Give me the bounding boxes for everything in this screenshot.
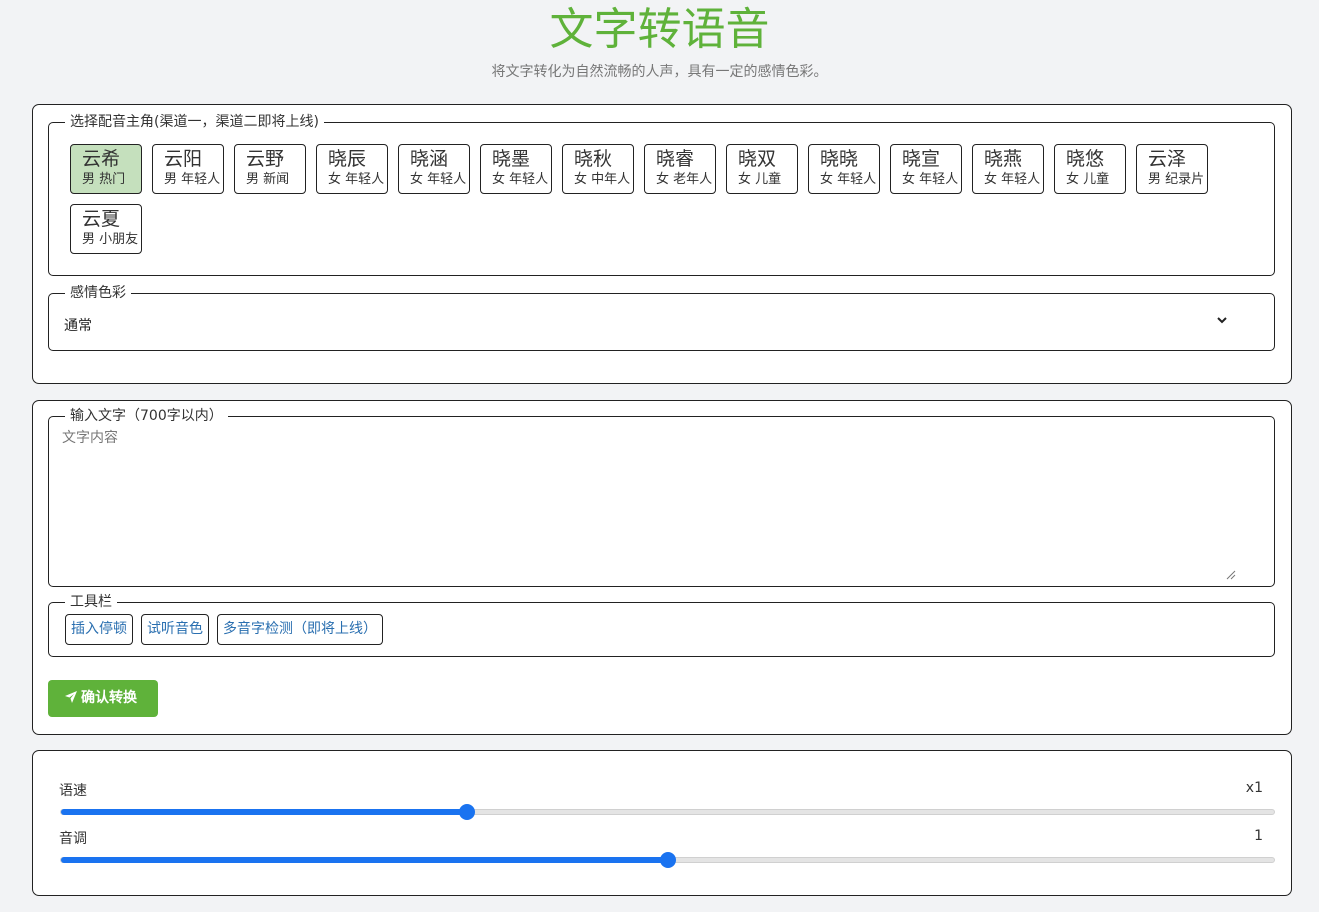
- speed-label: 语速: [59, 783, 87, 799]
- voice-option[interactable]: 晓辰女 年轻人: [316, 144, 388, 194]
- page-title: 文字转语音: [549, 4, 770, 55]
- voice-name: 晓墨: [492, 148, 531, 170]
- voice-name: 晓晓: [820, 148, 859, 170]
- pitch-value: 1: [1254, 828, 1263, 844]
- voice-tag: 女 年轻人: [328, 172, 385, 187]
- pitch-slider-fill: [61, 857, 668, 863]
- voice-option[interactable]: 晓宣女 年轻人: [890, 144, 962, 194]
- pitch-slider[interactable]: [60, 852, 1275, 868]
- voice-name: 云夏: [82, 208, 121, 230]
- voice-option[interactable]: 晓晓女 年轻人: [808, 144, 880, 194]
- voice-option[interactable]: 晓墨女 年轻人: [480, 144, 552, 194]
- voice-selector-fieldset: 选择配音主角(渠道一，渠道二即将上线) 云希男 热门 云阳男 年轻人 云野男 新闻晓…: [48, 113, 1275, 276]
- voice-option[interactable]: 云夏男 小朋友: [70, 204, 142, 254]
- speed-slider-thumb[interactable]: [459, 804, 476, 820]
- voice-tag: 女 儿童: [1066, 172, 1110, 187]
- voice-name: 晓燕: [984, 148, 1023, 170]
- emotion-legend: 感情色彩: [65, 284, 131, 302]
- voice-option[interactable]: 晓睿女 老年人: [644, 144, 716, 194]
- voice-tag: 女 年轻人: [984, 172, 1041, 187]
- confirm-convert-button[interactable]: 确认转换: [48, 680, 158, 717]
- voice-selector-legend: 选择配音主角(渠道一，渠道二即将上线): [65, 113, 324, 131]
- resize-handle-icon[interactable]: [1226, 570, 1236, 580]
- voice-tag: 女 儿童: [738, 172, 782, 187]
- voice-option[interactable]: 云野男 新闻: [234, 144, 306, 194]
- polyphone-check-button[interactable]: 多音字检测（即将上线）: [217, 614, 383, 645]
- voice-tag: 男 新闻: [246, 172, 290, 187]
- pitch-label: 音调: [59, 831, 87, 847]
- voice-option[interactable]: 晓燕女 年轻人: [972, 144, 1044, 194]
- voice-option[interactable]: 云希男 热门: [70, 144, 142, 194]
- chevron-down-icon: [1217, 317, 1227, 324]
- voice-tag: 女 年轻人: [820, 172, 877, 187]
- voice-name: 晓宣: [902, 148, 941, 170]
- emotion-selected-value: 通常: [64, 318, 92, 334]
- emotion-select[interactable]: 感情色彩 通常: [48, 284, 1275, 351]
- text-input-legend: 输入文字（700字以内）: [65, 407, 228, 425]
- toolbar-fieldset: 工具栏 插入停顿 试听音色 多音字检测（即将上线）: [48, 593, 1275, 657]
- voice-tag: 男 热门: [82, 172, 126, 187]
- voice-option[interactable]: 晓双女 儿童: [726, 144, 798, 194]
- voice-name: 晓双: [738, 148, 777, 170]
- voice-name: 晓睿: [656, 148, 695, 170]
- voice-name: 云野: [246, 148, 285, 170]
- voice-option[interactable]: 云阳男 年轻人: [152, 144, 224, 194]
- voice-tag: 女 年轻人: [902, 172, 959, 187]
- speed-slider-fill: [61, 809, 468, 815]
- voice-name: 晓辰: [328, 148, 367, 170]
- speed-value: x1: [1245, 780, 1263, 796]
- audio-settings-card: 语速 x1 音调 1: [32, 750, 1292, 896]
- speed-slider[interactable]: [60, 804, 1275, 820]
- voice-name: 云阳: [164, 148, 203, 170]
- voice-tag: 女 中年人: [574, 172, 631, 187]
- toolbar-legend: 工具栏: [65, 593, 117, 611]
- voice-tag: 女 老年人: [656, 172, 713, 187]
- text-input-placeholder: 文字内容: [62, 430, 118, 446]
- voice-option[interactable]: 晓秋女 中年人: [562, 144, 634, 194]
- insert-pause-button[interactable]: 插入停顿: [65, 614, 133, 645]
- voice-name: 晓秋: [574, 148, 613, 170]
- text-input-area[interactable]: 输入文字（700字以内） 文字内容: [48, 407, 1275, 587]
- voice-settings-card: 选择配音主角(渠道一，渠道二即将上线) 云希男 热门 云阳男 年轻人 云野男 新闻晓…: [32, 104, 1292, 384]
- voice-tag: 男 纪录片: [1148, 172, 1205, 187]
- voice-name: 晓涵: [410, 148, 449, 170]
- voice-name: 晓悠: [1066, 148, 1105, 170]
- voice-tag: 男 年轻人: [164, 172, 221, 187]
- voice-tag: 女 年轻人: [410, 172, 467, 187]
- voice-option[interactable]: 晓悠女 儿童: [1054, 144, 1126, 194]
- voice-option[interactable]: 晓涵女 年轻人: [398, 144, 470, 194]
- pitch-slider-thumb[interactable]: [659, 852, 676, 868]
- voice-tag: 男 小朋友: [82, 232, 139, 247]
- voice-name: 云泽: [1148, 148, 1187, 170]
- voice-option[interactable]: 云泽男 纪录片: [1136, 144, 1208, 194]
- send-icon: [65, 691, 77, 703]
- text-input-card: 输入文字（700字以内） 文字内容 工具栏 插入停顿 试听音色 多音字检测（即将…: [32, 400, 1292, 735]
- voice-tag: 女 年轻人: [492, 172, 549, 187]
- confirm-convert-label: 确认转换: [81, 690, 137, 706]
- voice-name: 云希: [82, 148, 121, 170]
- page-subtitle: 将文字转化为自然流畅的人声，具有一定的感情色彩。: [491, 64, 828, 80]
- preview-voice-button[interactable]: 试听音色: [141, 614, 209, 645]
